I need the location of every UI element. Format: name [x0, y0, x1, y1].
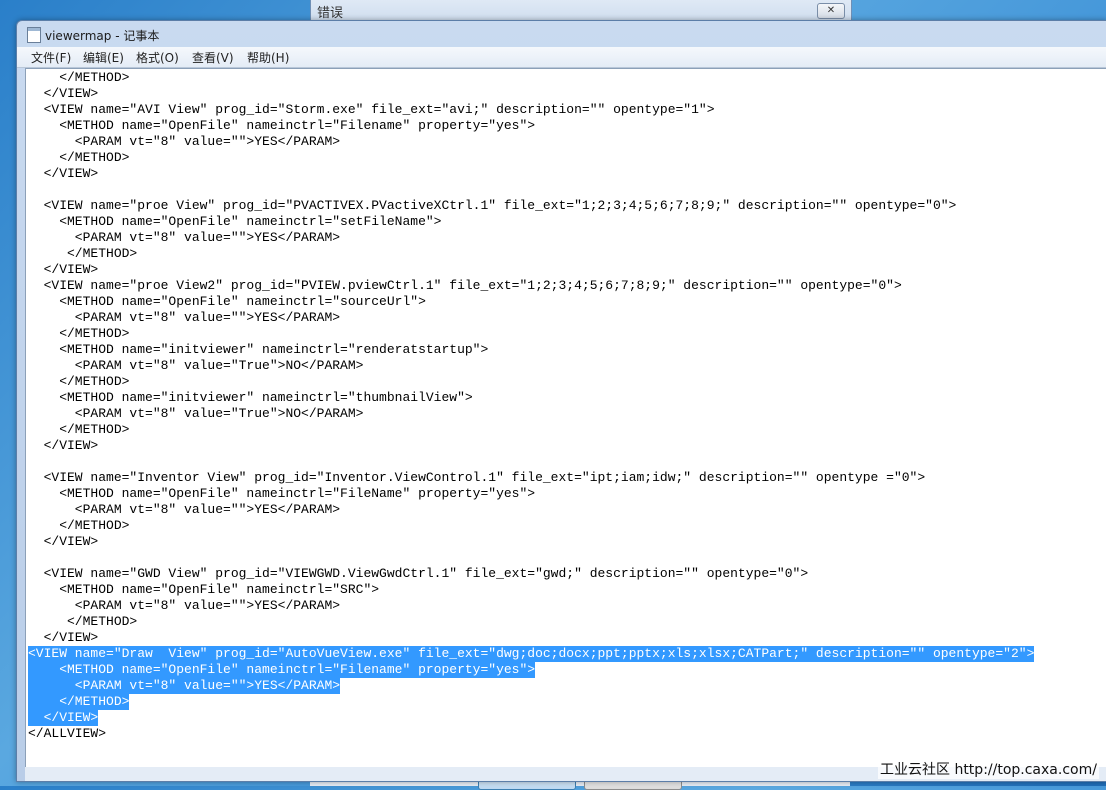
selected-text-line: <METHOD name="OpenFile" nameinctrl="File… [28, 662, 536, 678]
text-editor[interactable]: </METHOD> </VIEW> <VIEW name="AVI View" … [25, 68, 1106, 767]
selected-text-line: </VIEW> [28, 710, 99, 726]
menu-edit[interactable]: 编辑(E) [81, 49, 126, 66]
menu-bar: 文件(F) 编辑(E) 格式(O) 查看(V) 帮助(H) [17, 47, 1106, 68]
selected-text-line: <VIEW name="Draw View" prog_id="AutoVueV… [28, 646, 1035, 662]
text-line: <VIEW name="AVI View" prog_id="Storm.exe… [28, 102, 715, 117]
selected-text-line: </METHOD> [28, 694, 130, 710]
text-line: <VIEW name="proe View2" prog_id="PVIEW.p… [28, 278, 902, 293]
text-line: <METHOD name="OpenFile" nameinctrl="File… [28, 486, 536, 501]
text-line: <VIEW name="GWD View" prog_id="VIEWGWD.V… [28, 566, 809, 581]
text-line: <PARAM vt="8" value="">YES</PARAM> [28, 134, 341, 149]
text-line: </ALLVIEW> [28, 726, 107, 741]
close-icon[interactable]: ✕ [817, 3, 845, 19]
text-line: </METHOD> [28, 150, 130, 165]
text-line: <METHOD name="OpenFile" nameinctrl="SRC"… [28, 582, 380, 597]
text-line: <VIEW name="Inventor View" prog_id="Inve… [28, 470, 926, 485]
text-line: <PARAM vt="8" value="">YES</PARAM> [28, 230, 341, 245]
text-line: <PARAM vt="8" value="">YES</PARAM> [28, 310, 341, 325]
text-line: <METHOD name="OpenFile" nameinctrl="setF… [28, 214, 442, 229]
text-line: <PARAM vt="8" value="">YES</PARAM> [28, 598, 341, 613]
title-bar[interactable]: viewermap - 记事本 [17, 21, 1106, 47]
text-line: <METHOD name="initviewer" nameinctrl="th… [28, 390, 473, 405]
text-line: <METHOD name="OpenFile" nameinctrl="File… [28, 118, 536, 133]
notepad-window: viewermap - 记事本 文件(F) 编辑(E) 格式(O) 查看(V) … [16, 20, 1106, 782]
window-title: viewermap - 记事本 [45, 29, 160, 43]
text-line: <PARAM vt="8" value="">YES</PARAM> [28, 502, 341, 517]
menu-help[interactable]: 帮助(H) [245, 49, 291, 66]
error-dialog-title: 错误 [317, 6, 344, 21]
text-line: <PARAM vt="8" value="True">NO</PARAM> [28, 358, 364, 373]
text-line: </VIEW> [28, 86, 99, 101]
notepad-icon [27, 27, 41, 43]
text-line: </VIEW> [28, 534, 99, 549]
text-line: </METHOD> [28, 326, 130, 341]
text-line: </VIEW> [28, 630, 99, 645]
text-line: </METHOD> [28, 518, 130, 533]
watermark: 工业云社区 http://top.caxa.com/ [878, 759, 1099, 779]
text-line: </METHOD> [28, 246, 138, 261]
text-line: </VIEW> [28, 166, 99, 181]
menu-format[interactable]: 格式(O) [134, 49, 181, 66]
text-line: <PARAM vt="8" value="True">NO</PARAM> [28, 406, 364, 421]
menu-view[interactable]: 查看(V) [190, 49, 236, 66]
text-line: <METHOD name="initviewer" nameinctrl="re… [28, 342, 489, 357]
text-line: </METHOD> [28, 70, 130, 85]
text-line: </METHOD> [28, 422, 130, 437]
text-line: <METHOD name="OpenFile" nameinctrl="sour… [28, 294, 426, 309]
text-line: </METHOD> [28, 374, 130, 389]
text-line: </VIEW> [28, 438, 99, 453]
text-line: <VIEW name="proe View" prog_id="PVACTIVE… [28, 198, 957, 213]
text-line: </METHOD> [28, 614, 138, 629]
selected-text-line: <PARAM vt="8" value="">YES</PARAM> [28, 678, 341, 694]
text-line: </VIEW> [28, 262, 99, 277]
menu-file[interactable]: 文件(F) [29, 49, 73, 66]
